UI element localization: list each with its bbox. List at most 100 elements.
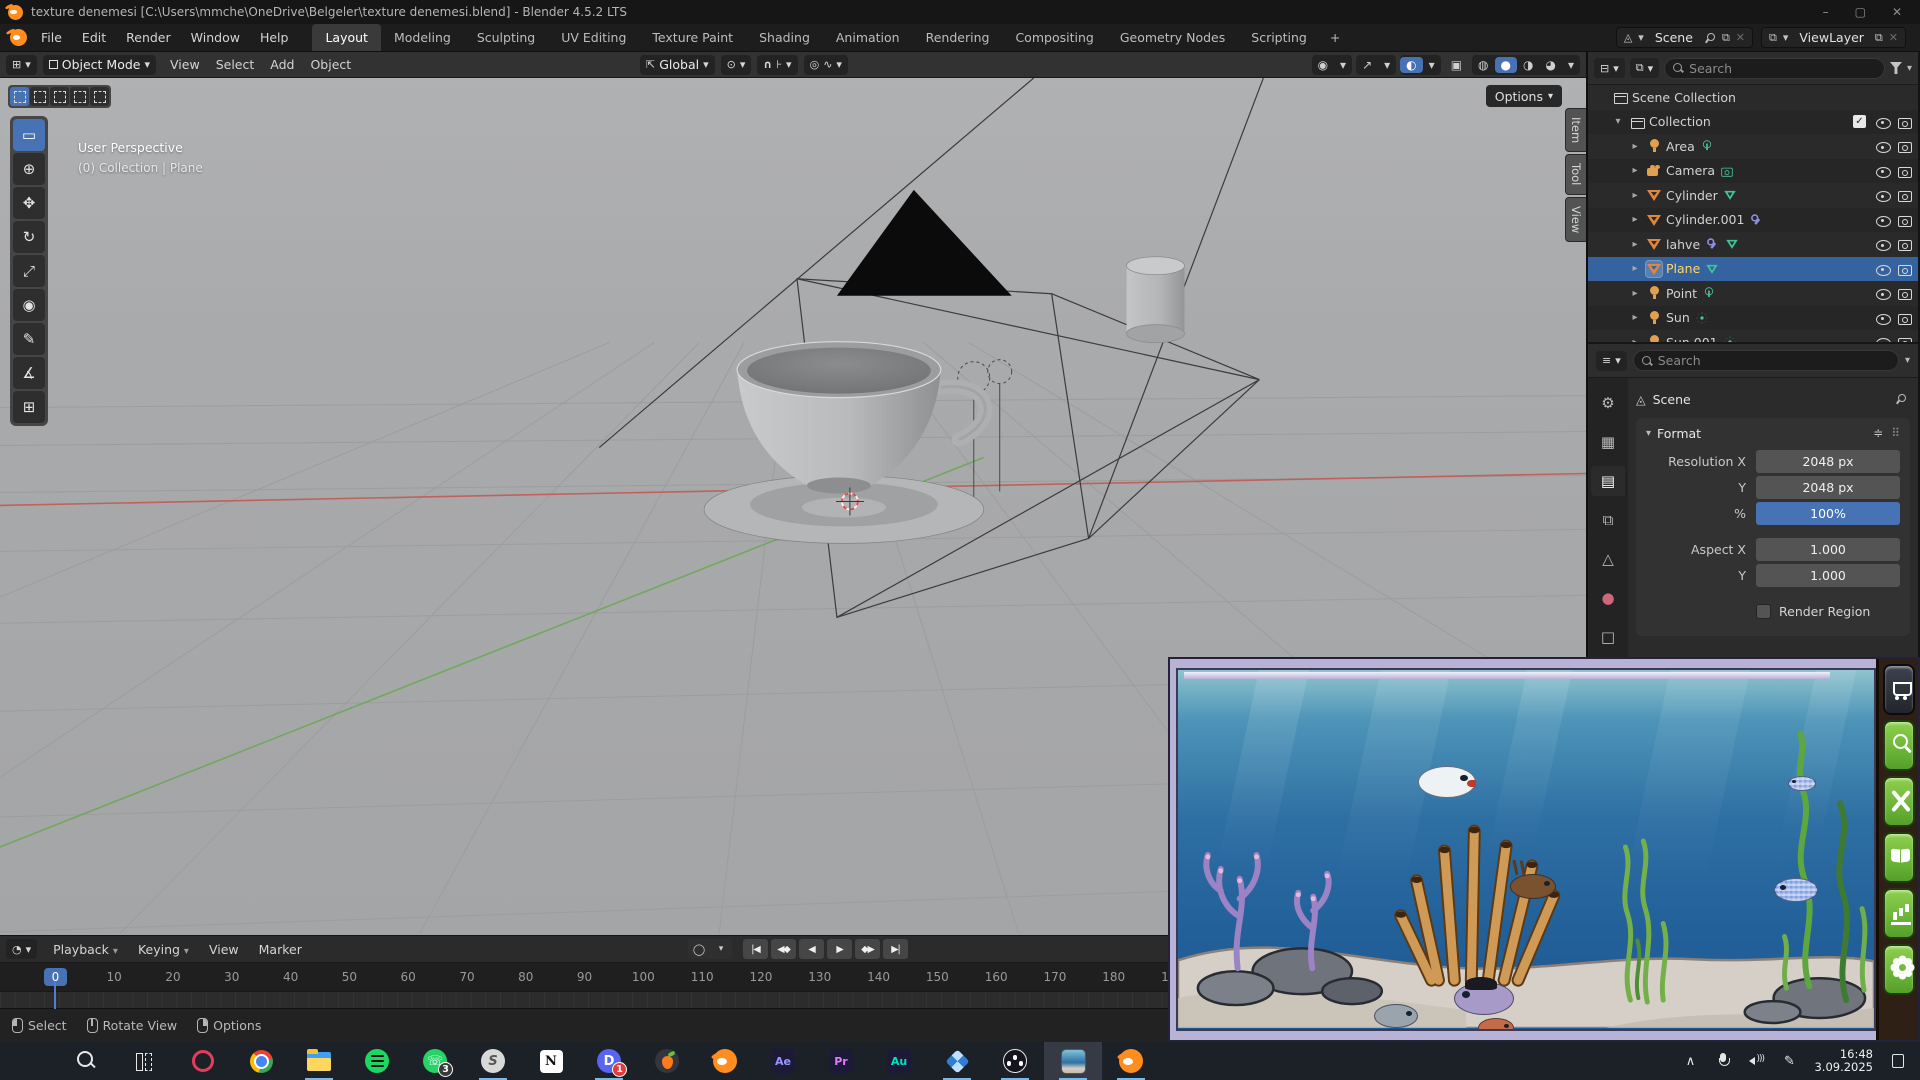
menu-edit[interactable]: Edit [72, 27, 116, 48]
select-mode-invert[interactable] [70, 87, 89, 106]
menu-render[interactable]: Render [116, 27, 181, 48]
collection-checkbox[interactable]: ✓ [1853, 115, 1866, 128]
app-chrome[interactable] [232, 1042, 290, 1080]
frame-tick[interactable]: 40 [261, 970, 320, 984]
editor-type-button[interactable]: ⊟ ▾ [1594, 58, 1625, 78]
properties-tab-tool[interactable]: ⚙ [1591, 388, 1625, 418]
property-value-y[interactable]: 1.000 [1756, 564, 1900, 587]
camera-restrict-icon[interactable] [1896, 310, 1912, 326]
hide-icon[interactable] [1874, 114, 1892, 130]
book-button[interactable] [1883, 832, 1915, 883]
speaker-icon[interactable] [1748, 1053, 1764, 1069]
close-button[interactable]: ✕ [1892, 5, 1902, 19]
add-cube-tool[interactable]: ⊞ [13, 391, 45, 423]
frame-tick[interactable]: 60 [379, 970, 438, 984]
snapping-group[interactable]: ∩ ⊦ ▾ [757, 55, 797, 75]
expand-chevron[interactable]: ▸ [1628, 190, 1642, 201]
workspace-tab-animation[interactable]: Animation [823, 24, 913, 51]
menu-window[interactable]: Window [181, 27, 250, 48]
snap-target-icon[interactable]: ⊦ [776, 58, 782, 71]
app-fl-studio[interactable] [638, 1042, 696, 1080]
hide-icon[interactable] [1874, 163, 1892, 179]
frame-tick[interactable]: 90 [555, 970, 614, 984]
frame-tick[interactable]: 160 [967, 970, 1026, 984]
camera-restrict-icon[interactable] [1896, 334, 1912, 344]
frame-tick[interactable]: 30 [202, 970, 261, 984]
app-notion[interactable]: N [522, 1042, 580, 1080]
aquarium-game-window[interactable] [1168, 657, 1920, 1042]
outliner-row[interactable]: ▸lahve [1588, 232, 1918, 257]
select-mode-subtract[interactable] [50, 87, 69, 106]
overlays-button[interactable]: ◐ [1400, 57, 1422, 73]
playhead[interactable] [54, 982, 56, 1009]
region-tab-item[interactable]: Item [1565, 108, 1586, 152]
prev-keyframe-button[interactable]: ◀◆ [771, 939, 796, 959]
outliner-search-input[interactable]: Search [1664, 58, 1885, 79]
app-audition[interactable]: Au [870, 1042, 928, 1080]
chevron-down-icon[interactable]: ▾ [1905, 355, 1910, 366]
search-button[interactable] [58, 1042, 116, 1080]
view-layer-selector[interactable]: ⧉ ▾ ViewLayer ⧉ ✕ [1761, 27, 1906, 48]
blender-menu-icon[interactable] [10, 29, 27, 46]
menu-keying[interactable]: Keying ▾ [128, 939, 199, 960]
region-tab-view[interactable]: View [1565, 197, 1586, 242]
auto-key-button[interactable]: ◯ [688, 939, 710, 959]
outliner-row[interactable]: Scene Collection [1588, 85, 1918, 110]
select-mode-extend[interactable] [30, 87, 49, 106]
camera-restrict-icon[interactable] [1896, 163, 1912, 179]
workspace-tab-geometry-nodes[interactable]: Geometry Nodes [1107, 24, 1238, 51]
notification-center-icon[interactable] [1890, 1053, 1906, 1069]
hide-icon[interactable] [1874, 285, 1892, 301]
region-tab-tool[interactable]: Tool [1565, 154, 1586, 194]
outliner-row[interactable]: ▸Cylinder [1588, 183, 1918, 208]
camera-restrict-icon[interactable] [1896, 261, 1912, 277]
minimize-button[interactable]: – [1823, 5, 1829, 19]
play-reverse-button[interactable]: ◀ [799, 939, 824, 959]
pen-icon[interactable]: ✎ [1781, 1053, 1797, 1069]
jump-to-end-button[interactable]: ▶| [883, 939, 908, 959]
outliner-row[interactable]: ▸Camera [1588, 159, 1918, 184]
presets-icon[interactable]: ≑ [1873, 426, 1883, 440]
outliner-row[interactable]: ▸Plane [1588, 257, 1918, 282]
frame-tick[interactable]: 180 [1084, 970, 1143, 984]
chevron-down-icon[interactable]: ▾ [1378, 57, 1396, 73]
cursor-tool[interactable]: ⊕ [13, 153, 45, 185]
workspace-tab-shading[interactable]: Shading [746, 24, 823, 51]
workspace-tab-modeling[interactable]: Modeling [381, 24, 464, 51]
chevron-down-icon[interactable]: ▾ [1907, 63, 1912, 74]
menu-playback[interactable]: Playback ▾ [43, 939, 128, 960]
menu-file[interactable]: File [31, 27, 72, 48]
proportional-editing-icon[interactable]: ◎ [810, 58, 820, 71]
frame-tick[interactable]: 170 [1026, 970, 1085, 984]
workspace-tab-compositing[interactable]: Compositing [1002, 24, 1106, 51]
select-mode-new[interactable] [10, 87, 29, 106]
maximize-button[interactable]: ▢ [1855, 5, 1866, 19]
pin-icon[interactable] [1705, 33, 1715, 43]
add-workspace-button[interactable]: + [1320, 30, 1350, 45]
expand-chevron[interactable]: ▸ [1628, 165, 1642, 176]
camera-restrict-icon[interactable] [1896, 138, 1912, 154]
copy-view-layer-icon[interactable]: ⧉ [1872, 31, 1886, 45]
move-tool[interactable]: ✥ [13, 187, 45, 219]
expand-chevron[interactable]: ▸ [1628, 214, 1642, 225]
chevron-down-icon[interactable]: ▾ [786, 58, 792, 71]
hide-icon[interactable] [1874, 212, 1892, 228]
workspace-tab-scripting[interactable]: Scripting [1238, 24, 1320, 51]
hide-icon[interactable] [1874, 334, 1892, 344]
hide-icon[interactable] [1874, 236, 1892, 252]
select-mode-intersect[interactable] [90, 87, 109, 106]
tools-button[interactable] [1883, 776, 1915, 827]
menu-help[interactable]: Help [250, 27, 299, 48]
frame-tick[interactable]: 70 [438, 970, 497, 984]
expand-chevron[interactable]: ▸ [1628, 263, 1642, 274]
properties-tab-scene[interactable]: △ [1591, 544, 1625, 574]
properties-tab-collection[interactable]: □ [1591, 622, 1625, 652]
menu-add[interactable]: Add [262, 55, 302, 74]
workspace-tab-rendering[interactable]: Rendering [913, 24, 1003, 51]
scene-selector[interactable]: ◬ ▾ Scene ⧉ ✕ [1616, 27, 1753, 48]
properties-tab-render[interactable]: ▦ [1591, 427, 1625, 457]
tray-chevron-up-icon[interactable]: ∧ [1682, 1053, 1698, 1069]
chevron-down-icon[interactable]: ▾ [1780, 31, 1792, 44]
measure-tool[interactable]: ∡ [13, 357, 45, 389]
properties-tab-view-layer[interactable]: ⧉ [1591, 505, 1625, 535]
